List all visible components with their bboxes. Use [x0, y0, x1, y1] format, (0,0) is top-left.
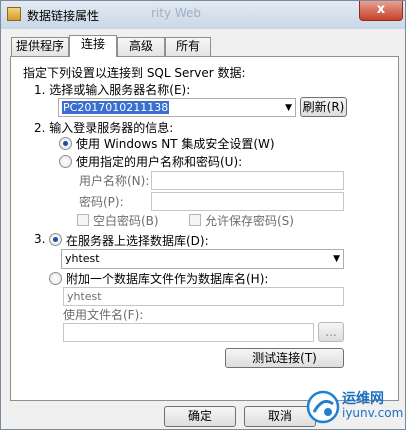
password-label: 密码(P):	[79, 195, 124, 209]
specific-user-radio[interactable]	[59, 155, 72, 168]
select-db-label[interactable]: 在服务器上选择数据库(D):	[66, 232, 209, 249]
server-name-combobox[interactable]: PC2017010211138 ▼	[58, 98, 296, 117]
username-input[interactable]	[151, 171, 344, 190]
test-connection-button[interactable]: 测试连接(T)	[225, 348, 344, 368]
attach-db-name-value: yhtest	[67, 290, 102, 303]
browse-button[interactable]: ...	[318, 322, 344, 342]
watermark-logo: 运维网 iyunv.com	[306, 386, 404, 426]
window-title: 数据链接属性	[27, 9, 100, 23]
ok-button[interactable]: 确定	[164, 406, 236, 427]
chevron-down-icon[interactable]: ▼	[285, 101, 292, 116]
attach-db-name-input[interactable]: yhtest	[63, 287, 344, 306]
specific-user-label[interactable]: 使用指定的用户名称和密码(U):	[76, 153, 242, 170]
watermark-url: iyunv.com	[342, 406, 404, 420]
filename-input[interactable]	[63, 323, 314, 342]
step1-label: 1. 选择或输入服务器名称(E):	[34, 83, 191, 97]
step2-label: 2. 输入登录服务器的信息:	[34, 121, 174, 135]
refresh-button[interactable]: 刷新(R)	[300, 97, 347, 117]
database-icon	[7, 7, 21, 21]
windows-auth-radio[interactable]	[59, 137, 72, 150]
allow-save-password-label[interactable]: 允许保存密码(S)	[205, 212, 294, 229]
select-db-radio[interactable]	[49, 233, 62, 246]
filename-label: 使用文件名(F):	[63, 308, 144, 322]
tab-label: 所有	[175, 39, 200, 53]
close-button[interactable]: x	[359, 1, 403, 21]
intro-text: 指定下列设置以连接到 SQL Server 数据:	[23, 66, 246, 80]
tab-advanced[interactable]: 高级	[117, 37, 165, 56]
chevron-down-icon[interactable]: ▼	[333, 252, 340, 267]
database-combobox[interactable]: yhtest ▼	[61, 249, 344, 269]
dialog-window: 数据链接属性 rity Web x 提供程序 连接 高级 所有 指定下列设置以连…	[0, 0, 406, 430]
tab-label: 提供程序	[15, 39, 64, 53]
tab-all[interactable]: 所有	[165, 37, 211, 56]
tab-connection[interactable]: 连接	[69, 35, 117, 57]
server-name-value: PC2017010211138	[62, 101, 170, 114]
watermark-title: 运维网	[342, 391, 384, 407]
database-value: yhtest	[65, 252, 100, 265]
close-icon: x	[376, 2, 386, 17]
site-logo-icon	[306, 390, 340, 424]
title-bar[interactable]: 数据链接属性 rity Web x	[1, 1, 405, 29]
background-window-text: rity Web	[151, 6, 202, 20]
password-input[interactable]	[151, 192, 344, 211]
tab-label: 连接	[80, 37, 105, 51]
blank-password-checkbox[interactable]	[77, 214, 89, 226]
step3-prefix: 3.	[34, 232, 46, 246]
blank-password-label[interactable]: 空白密码(B)	[93, 212, 159, 229]
tab-label: 高级	[128, 39, 153, 53]
attach-db-label[interactable]: 附加一个数据库文件作为数据库名(H):	[66, 270, 268, 287]
tab-provider[interactable]: 提供程序	[11, 37, 69, 56]
username-label: 用户名称(N):	[79, 174, 150, 188]
windows-auth-label[interactable]: 使用 Windows NT 集成安全设置(W)	[76, 135, 275, 152]
allow-save-password-checkbox[interactable]	[189, 214, 201, 226]
attach-db-radio[interactable]	[49, 272, 62, 285]
